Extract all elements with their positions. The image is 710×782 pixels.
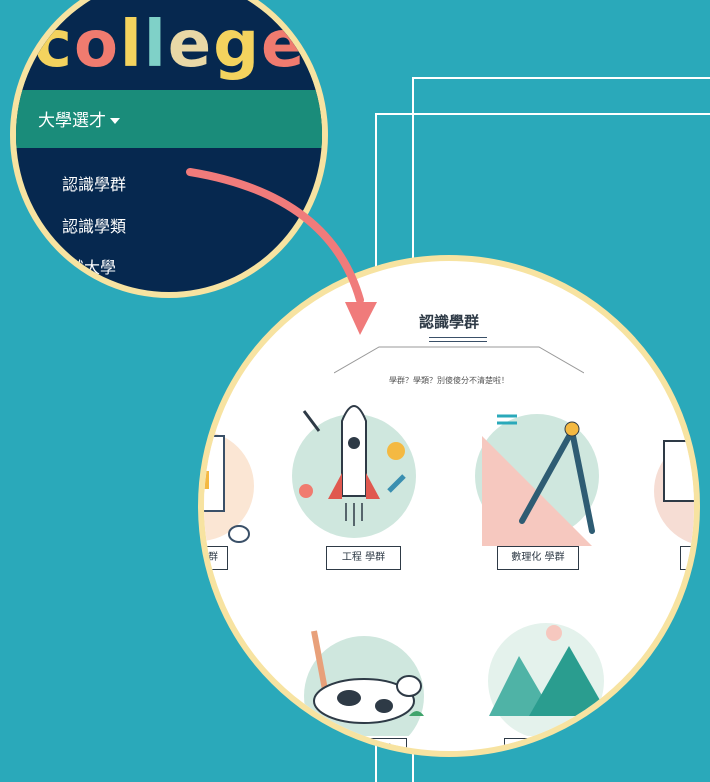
arrow-icon: [186, 168, 377, 335]
